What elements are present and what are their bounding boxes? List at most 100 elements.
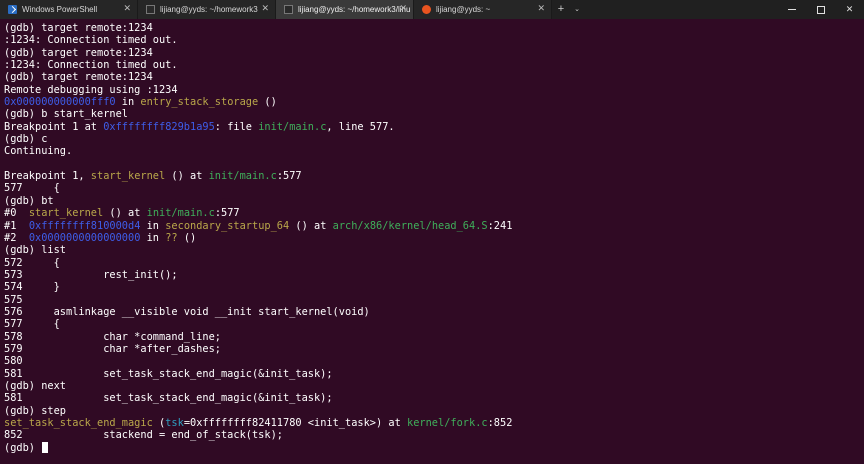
terminal-line: set_task_stack_end_magic (tsk=0xffffffff… — [4, 417, 860, 429]
maximize-icon — [816, 5, 825, 14]
new-tab-button[interactable]: + — [552, 0, 570, 19]
terminal-line: (gdb) step — [4, 405, 860, 417]
tab-title: Windows PowerShell — [22, 5, 98, 14]
terminal-text: Remote debugging using :1234 — [4, 83, 178, 96]
terminal-text: Breakpoint 1, — [4, 170, 91, 183]
terminal-text: 576 asmlinkage __visible void __init sta… — [4, 305, 370, 318]
minimize-icon — [787, 9, 796, 10]
close-window-button[interactable]: ✕ — [835, 0, 864, 19]
minimize-button[interactable] — [777, 0, 806, 19]
terminal-line: (gdb) target remote:1234 — [4, 71, 860, 83]
terminal-line: #1 0xffffffff810000d4 in secondary_start… — [4, 220, 860, 232]
terminal-line: Continuing. — [4, 145, 860, 157]
close-icon[interactable]: ✕ — [537, 3, 545, 14]
terminal-line: 581 set_task_stack_end_magic(&init_task)… — [4, 392, 860, 404]
terminal-text: :241 — [487, 219, 513, 232]
terminal-address: 0xffffffff810000d4 — [28, 219, 141, 232]
terminal-function: ?? — [165, 231, 178, 244]
terminal-line: :1234: Connection timed out. — [4, 59, 860, 71]
terminal-text: (gdb) c — [4, 133, 48, 146]
terminal-text: in — [140, 219, 166, 232]
terminal-line: (gdb) — [4, 441, 860, 454]
tab-title: lijiang@yyds: ~ — [436, 5, 491, 14]
maximize-button[interactable] — [806, 0, 835, 19]
tab-windows-powershell[interactable]: Windows PowerShell ✕ — [0, 0, 138, 19]
terminal-text: 575 — [4, 293, 23, 306]
terminal-text: :577 — [276, 170, 302, 183]
terminal-parameter: tsk — [165, 417, 184, 429]
tab-homework3-linux[interactable]: lijiang@yyds: ~/homework3/linu ✕ — [276, 0, 414, 19]
terminal-line: 572 { — [4, 257, 860, 269]
terminal-text: 572 { — [4, 256, 60, 269]
terminal-line: 574 } — [4, 281, 860, 293]
terminal-text: (gdb) — [4, 441, 42, 454]
tab-dropdown-button[interactable]: ⌄ — [570, 0, 584, 19]
terminal-line: 575 — [4, 294, 860, 306]
terminal-text: () at — [103, 207, 147, 220]
terminal-line: Remote debugging using :1234 — [4, 84, 860, 96]
terminal-text: (gdb) step — [4, 404, 66, 417]
tab-homework3[interactable]: lijiang@yyds: ~/homework3 ✕ — [138, 0, 276, 19]
close-icon[interactable]: ✕ — [399, 3, 407, 14]
terminal-line: 579 char *after_dashes; — [4, 343, 860, 355]
terminal-line: #2 0x0000000000000000 in ?? () — [4, 232, 860, 244]
terminal-text: #1 — [4, 219, 29, 232]
terminal-text: :852 — [487, 417, 513, 429]
terminal-text: (gdb) next — [4, 379, 66, 392]
terminal-address: 0xffffffff829b1a95 — [103, 120, 215, 133]
terminal-address: 0x000000000000fff0 — [4, 96, 116, 109]
tab-title: lijiang@yyds: ~/homework3 — [160, 5, 258, 14]
terminal-text: 577 { — [4, 318, 60, 331]
terminal-text: 574 } — [4, 281, 60, 294]
window-controls: ✕ — [777, 0, 864, 19]
terminal-output[interactable]: (gdb) target remote:1234:1234: Connectio… — [4, 22, 860, 464]
terminal-text: :1234: Connection timed out. — [4, 34, 178, 47]
terminal-line: 576 asmlinkage __visible void __init sta… — [4, 306, 860, 318]
terminal-text: :1234: Connection timed out. — [4, 59, 178, 72]
tab-home[interactable]: lijiang@yyds: ~ ✕ — [414, 0, 552, 19]
terminal-text: , line 577. — [326, 120, 395, 133]
terminal-text: 578 char *command_line; — [4, 330, 221, 343]
terminal-line: (gdb) target remote:1234 — [4, 22, 860, 34]
terminal-line: :1234: Connection timed out. — [4, 34, 860, 46]
terminal-text: (gdb) list — [4, 244, 66, 257]
terminal-line: 852 stackend = end_of_stack(tsk); — [4, 429, 860, 441]
terminal-line: (gdb) next — [4, 380, 860, 392]
terminal-text: =0xffffffff82411780 <init_task>) at — [183, 417, 407, 429]
ubuntu-icon — [422, 5, 431, 14]
terminal-text: (gdb) target remote:1234 — [4, 71, 153, 84]
terminal-text: : file — [214, 120, 259, 133]
terminal-icon — [146, 5, 155, 14]
terminal-file-path: init/main.c — [208, 170, 277, 183]
terminal-text: :577 — [214, 207, 240, 220]
terminal-text: in — [115, 96, 141, 109]
terminal-text: 579 char *after_dashes; — [4, 342, 221, 355]
terminal-line: 577 { — [4, 182, 860, 194]
tab-bar: Windows PowerShell ✕ lijiang@yyds: ~/hom… — [0, 0, 864, 19]
terminal-line: Breakpoint 1, start_kernel () at init/ma… — [4, 170, 860, 182]
terminal-line: (gdb) b start_kernel — [4, 108, 860, 120]
terminal-line: 0x000000000000fff0 in entry_stack_storag… — [4, 96, 860, 108]
terminal-file-path: arch/x86/kernel/head_64.S — [332, 219, 488, 232]
terminal-line: (gdb) c — [4, 133, 860, 145]
terminal-text: (gdb) bt — [4, 194, 54, 207]
terminal-line: 578 char *command_line; — [4, 331, 860, 343]
terminal-line: (gdb) list — [4, 244, 860, 256]
terminal-line: 581 set_task_stack_end_magic(&init_task)… — [4, 368, 860, 380]
terminal-function: set_task_stack_end_magic — [4, 417, 153, 429]
terminal-function: secondary_startup_64 — [165, 219, 290, 232]
tab-title: lijiang@yyds: ~/homework3/linu — [298, 5, 411, 14]
terminal-file-path: init/main.c — [258, 120, 327, 133]
terminal-function: start_kernel — [90, 170, 166, 183]
terminal-line: 577 { — [4, 318, 860, 330]
close-icon[interactable]: ✕ — [123, 3, 131, 14]
close-icon[interactable]: ✕ — [261, 3, 269, 14]
terminal-function: entry_stack_storage — [140, 96, 259, 109]
terminal-text: Continuing. — [4, 145, 73, 158]
terminal-line: (gdb) target remote:1234 — [4, 47, 860, 59]
terminal-text: 573 rest_init(); — [4, 268, 178, 281]
terminal-text: 581 set_task_stack_end_magic(&init_task)… — [4, 367, 333, 380]
terminal-text: #0 — [4, 207, 29, 220]
terminal-line: (gdb) bt — [4, 195, 860, 207]
